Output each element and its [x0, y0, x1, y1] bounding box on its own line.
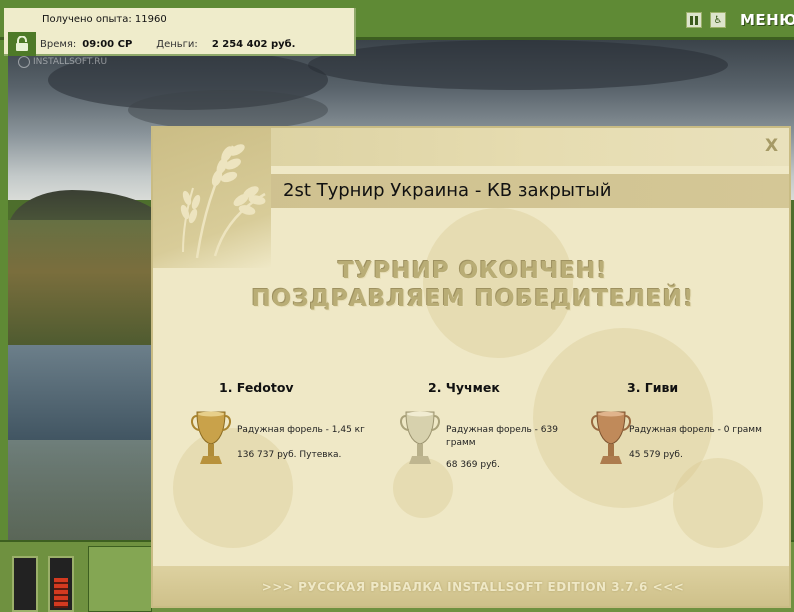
- wheat-emblem: [153, 128, 271, 268]
- winner-catch: Радужная форель - 1,45 кг: [237, 425, 365, 435]
- experience-label: Получено опыта:: [42, 14, 132, 25]
- close-button[interactable]: X: [765, 136, 778, 156]
- watermark: INSTALLSOFT.RU: [18, 56, 107, 68]
- dialog-title: 2st Турнир Украина - КВ закрытый: [283, 180, 612, 201]
- watermark-text: INSTALLSOFT.RU: [33, 57, 108, 67]
- tournament-over-heading: ТУРНИР ОКОНЧЕН!: [338, 258, 608, 284]
- time-value: 09:00 СР: [82, 39, 133, 50]
- winner-prize: 45 579 руб.: [629, 450, 683, 460]
- accessibility-button[interactable]: ♿: [710, 12, 726, 28]
- winner-name: 2. Чучмек: [428, 380, 500, 395]
- line-gauge: [48, 556, 74, 612]
- winner-catch: Радужная форель - 0 грамм: [629, 425, 762, 435]
- winner-prize: 68 369 руб.: [446, 460, 500, 470]
- menu-button[interactable]: МЕНЮ: [740, 11, 794, 29]
- tackle-slot[interactable]: [88, 546, 152, 612]
- left-frame: [0, 40, 8, 540]
- experience-value: 11960: [134, 14, 167, 25]
- experience-display: Получено опыта: 11960: [42, 14, 167, 25]
- wheat-icon: [180, 144, 266, 259]
- winner-name: 1. Fedotov: [219, 380, 294, 395]
- tournament-result-dialog: X 2st Турнир Украина - КВ закрытый ТУРНИ…: [151, 126, 791, 608]
- lock-icon[interactable]: [8, 32, 36, 56]
- river-bank: [8, 440, 168, 540]
- winner-prize: 136 737 руб. Путевка.: [237, 450, 342, 460]
- pause-button[interactable]: [686, 12, 702, 28]
- tension-gauge: [12, 556, 38, 612]
- winner-catch: Радужная форель - 639 грамм: [446, 425, 558, 448]
- time-label: Время:: [40, 39, 77, 50]
- winner-name: 3. Гиви: [627, 380, 679, 395]
- money-label: Деньги:: [156, 39, 198, 50]
- watermark-icon: [18, 56, 30, 68]
- game-version-footer: >>> РУССКАЯ РЫБАЛКА INSTALLSOFT EDITION …: [261, 580, 685, 594]
- gold-cup-icon: [191, 408, 231, 474]
- status-hud: Получено опыта: 11960 Время: 09:00 СР Де…: [4, 8, 356, 56]
- pause-icon: [690, 15, 693, 25]
- money-value: 2 254 402 руб.: [211, 39, 296, 50]
- wheelchair-icon: ♿: [713, 14, 723, 26]
- meadow: [8, 220, 168, 350]
- bronze-cup-icon: [591, 408, 631, 474]
- congratulations-heading: ПОЗДРАВЛЯЕМ ПОБЕДИТЕЛЕЙ!: [251, 286, 695, 312]
- silver-cup-icon: [400, 408, 440, 474]
